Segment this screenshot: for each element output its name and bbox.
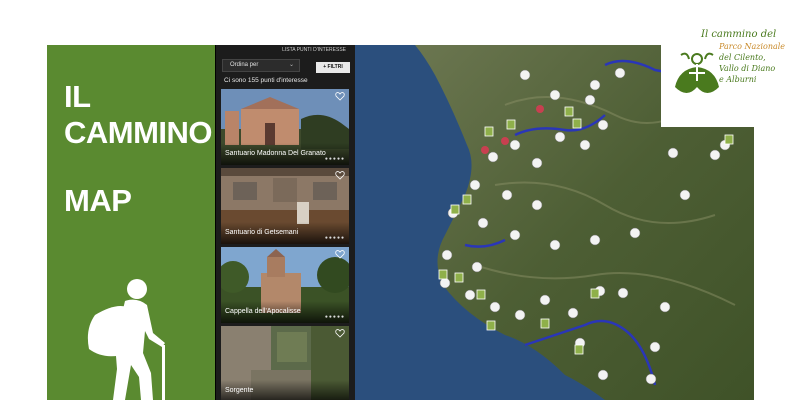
slide: IL CAMMINO MAP LISTA PUNTI D'INTERESSE O… bbox=[0, 0, 799, 400]
poi-rating: ●●●●● bbox=[324, 156, 345, 162]
poi-name: Sorgente bbox=[225, 387, 254, 394]
logo-text-5: e Alburni bbox=[719, 75, 757, 84]
title-line-2: CAMMINO bbox=[64, 115, 213, 150]
title-panel: IL CAMMINO MAP bbox=[47, 45, 215, 400]
logo-text-4: Vallo di Diano bbox=[719, 64, 776, 73]
poi-rating: ●●●●● bbox=[324, 314, 345, 320]
hiker-silhouette-icon bbox=[87, 279, 165, 400]
heart-icon[interactable] bbox=[335, 328, 345, 338]
heart-icon[interactable] bbox=[335, 91, 345, 101]
poi-card[interactable]: Sorgente bbox=[221, 326, 349, 400]
title-line-3: MAP bbox=[64, 183, 132, 218]
logo-text-2: Parco Nazionale bbox=[719, 42, 786, 51]
list-header: LISTA PUNTI D'INTERESSE bbox=[282, 47, 346, 53]
poi-name: Santuario di Getsemani bbox=[225, 229, 299, 236]
cilento-logo-icon bbox=[675, 52, 719, 93]
poi-list-panel: LISTA PUNTI D'INTERESSE Ordina per ⌄ + F… bbox=[215, 45, 355, 400]
logo-text-3: del Cilento, bbox=[719, 53, 766, 62]
poi-rating: ●●●●● bbox=[324, 235, 345, 241]
poi-count: Ci sono 155 punti d'interesse bbox=[224, 77, 308, 84]
poi-card[interactable]: Santuario di Getsemani ●●●●● bbox=[221, 168, 349, 244]
sort-label: Ordina per bbox=[230, 62, 259, 68]
poi-card[interactable]: Santuario Madonna Del Granato ●●●●● bbox=[221, 89, 349, 165]
cammino-logo: Il cammino del Parco Nazionale del Cilen… bbox=[661, 27, 787, 127]
poi-name: Cappella dell'Apocalisse bbox=[225, 308, 301, 315]
heart-icon[interactable] bbox=[335, 170, 345, 180]
filters-button[interactable]: + FILTRI bbox=[316, 62, 350, 73]
chevron-down-icon: ⌄ bbox=[288, 62, 294, 68]
title-line-1: IL bbox=[64, 79, 91, 114]
poi-name: Santuario Madonna Del Granato bbox=[225, 150, 326, 157]
sort-select[interactable]: Ordina per ⌄ bbox=[222, 59, 300, 72]
logo-text-1: Il cammino del bbox=[701, 29, 777, 40]
heart-icon[interactable] bbox=[335, 249, 345, 259]
poi-card[interactable]: Cappella dell'Apocalisse ●●●●● bbox=[221, 247, 349, 323]
